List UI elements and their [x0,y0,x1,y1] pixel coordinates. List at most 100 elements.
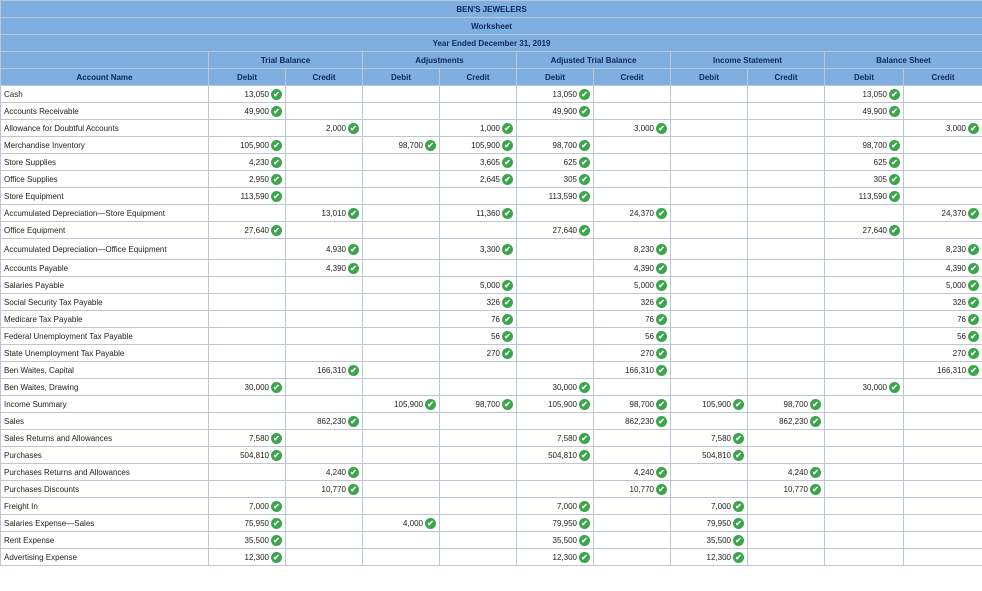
amount-cell[interactable]: 76 ✔ [439,310,517,328]
amount-cell[interactable] [362,259,440,277]
amount-cell[interactable]: 79,950 ✔ [516,514,594,532]
amount-cell[interactable]: 326 ✔ [902,293,982,311]
amount-cell[interactable] [902,187,982,205]
amount-cell[interactable] [824,429,904,447]
amount-cell[interactable]: 5,000 ✔ [902,276,982,294]
amount-cell[interactable] [670,293,748,311]
amount-cell[interactable] [670,170,748,188]
amount-cell[interactable] [362,446,440,464]
amount-cell[interactable] [824,259,904,277]
amount-cell[interactable] [439,361,517,379]
amount-cell[interactable] [902,463,982,481]
amount-cell[interactable]: 2,645 ✔ [439,170,517,188]
amount-cell[interactable] [670,276,748,294]
amount-cell[interactable] [670,412,748,430]
amount-cell[interactable] [362,85,440,103]
amount-cell[interactable]: 76 ✔ [593,310,671,328]
amount-cell[interactable] [593,221,671,239]
amount-cell[interactable] [516,327,594,345]
amount-cell[interactable] [516,480,594,498]
amount-cell[interactable]: 4,230 ✔ [208,153,286,171]
amount-cell[interactable] [439,429,517,447]
amount-cell[interactable] [285,187,363,205]
amount-cell[interactable]: 862,230 ✔ [747,412,825,430]
amount-cell[interactable] [516,344,594,362]
amount-cell[interactable] [670,119,748,137]
amount-cell[interactable]: 105,900 ✔ [670,395,748,413]
amount-cell[interactable] [362,238,440,260]
amount-cell[interactable] [824,293,904,311]
amount-cell[interactable] [516,293,594,311]
amount-cell[interactable] [824,514,904,532]
amount-cell[interactable] [362,412,440,430]
amount-cell[interactable] [824,344,904,362]
amount-cell[interactable]: 3,300 ✔ [439,238,517,260]
amount-cell[interactable] [747,238,825,260]
amount-cell[interactable] [439,412,517,430]
amount-cell[interactable]: 504,810 ✔ [670,446,748,464]
amount-cell[interactable] [902,153,982,171]
amount-cell[interactable]: 12,300 ✔ [516,548,594,566]
amount-cell[interactable]: 4,240 ✔ [285,463,363,481]
amount-cell[interactable] [747,344,825,362]
amount-cell[interactable] [362,170,440,188]
amount-cell[interactable] [747,514,825,532]
amount-cell[interactable] [285,548,363,566]
amount-cell[interactable] [439,446,517,464]
amount-cell[interactable] [747,85,825,103]
amount-cell[interactable] [362,480,440,498]
amount-cell[interactable]: 305 ✔ [824,170,904,188]
amount-cell[interactable] [747,102,825,120]
amount-cell[interactable]: 98,700 ✔ [747,395,825,413]
amount-cell[interactable]: 3,000 ✔ [902,119,982,137]
amount-cell[interactable] [902,531,982,549]
amount-cell[interactable] [747,136,825,154]
amount-cell[interactable] [902,395,982,413]
amount-cell[interactable]: 862,230 ✔ [593,412,671,430]
amount-cell[interactable]: 7,580 ✔ [208,429,286,447]
amount-cell[interactable] [362,463,440,481]
amount-cell[interactable] [670,344,748,362]
amount-cell[interactable] [824,531,904,549]
amount-cell[interactable]: 166,310 ✔ [285,361,363,379]
amount-cell[interactable] [362,548,440,566]
amount-cell[interactable] [285,378,363,396]
amount-cell[interactable] [362,153,440,171]
amount-cell[interactable] [439,85,517,103]
amount-cell[interactable] [285,344,363,362]
amount-cell[interactable] [824,276,904,294]
amount-cell[interactable]: 35,500 ✔ [670,531,748,549]
amount-cell[interactable] [747,259,825,277]
amount-cell[interactable]: 105,900 ✔ [516,395,594,413]
amount-cell[interactable] [824,238,904,260]
amount-cell[interactable] [824,548,904,566]
amount-cell[interactable]: 27,640 ✔ [208,221,286,239]
amount-cell[interactable] [593,446,671,464]
amount-cell[interactable]: 24,370 ✔ [593,204,671,222]
amount-cell[interactable]: 35,500 ✔ [516,531,594,549]
amount-cell[interactable] [516,412,594,430]
amount-cell[interactable] [208,327,286,345]
amount-cell[interactable] [747,204,825,222]
amount-cell[interactable]: 4,390 ✔ [902,259,982,277]
amount-cell[interactable] [593,85,671,103]
amount-cell[interactable]: 504,810 ✔ [208,446,286,464]
amount-cell[interactable] [208,463,286,481]
amount-cell[interactable] [285,429,363,447]
amount-cell[interactable] [362,361,440,379]
amount-cell[interactable] [824,361,904,379]
amount-cell[interactable] [285,170,363,188]
amount-cell[interactable] [285,310,363,328]
amount-cell[interactable] [670,102,748,120]
amount-cell[interactable] [670,153,748,171]
amount-cell[interactable] [902,497,982,515]
amount-cell[interactable] [670,136,748,154]
amount-cell[interactable]: 5,000 ✔ [439,276,517,294]
amount-cell[interactable] [516,310,594,328]
amount-cell[interactable] [902,102,982,120]
amount-cell[interactable]: 270 ✔ [593,344,671,362]
amount-cell[interactable] [362,204,440,222]
amount-cell[interactable] [824,204,904,222]
amount-cell[interactable]: 24,370 ✔ [902,204,982,222]
amount-cell[interactable]: 35,500 ✔ [208,531,286,549]
